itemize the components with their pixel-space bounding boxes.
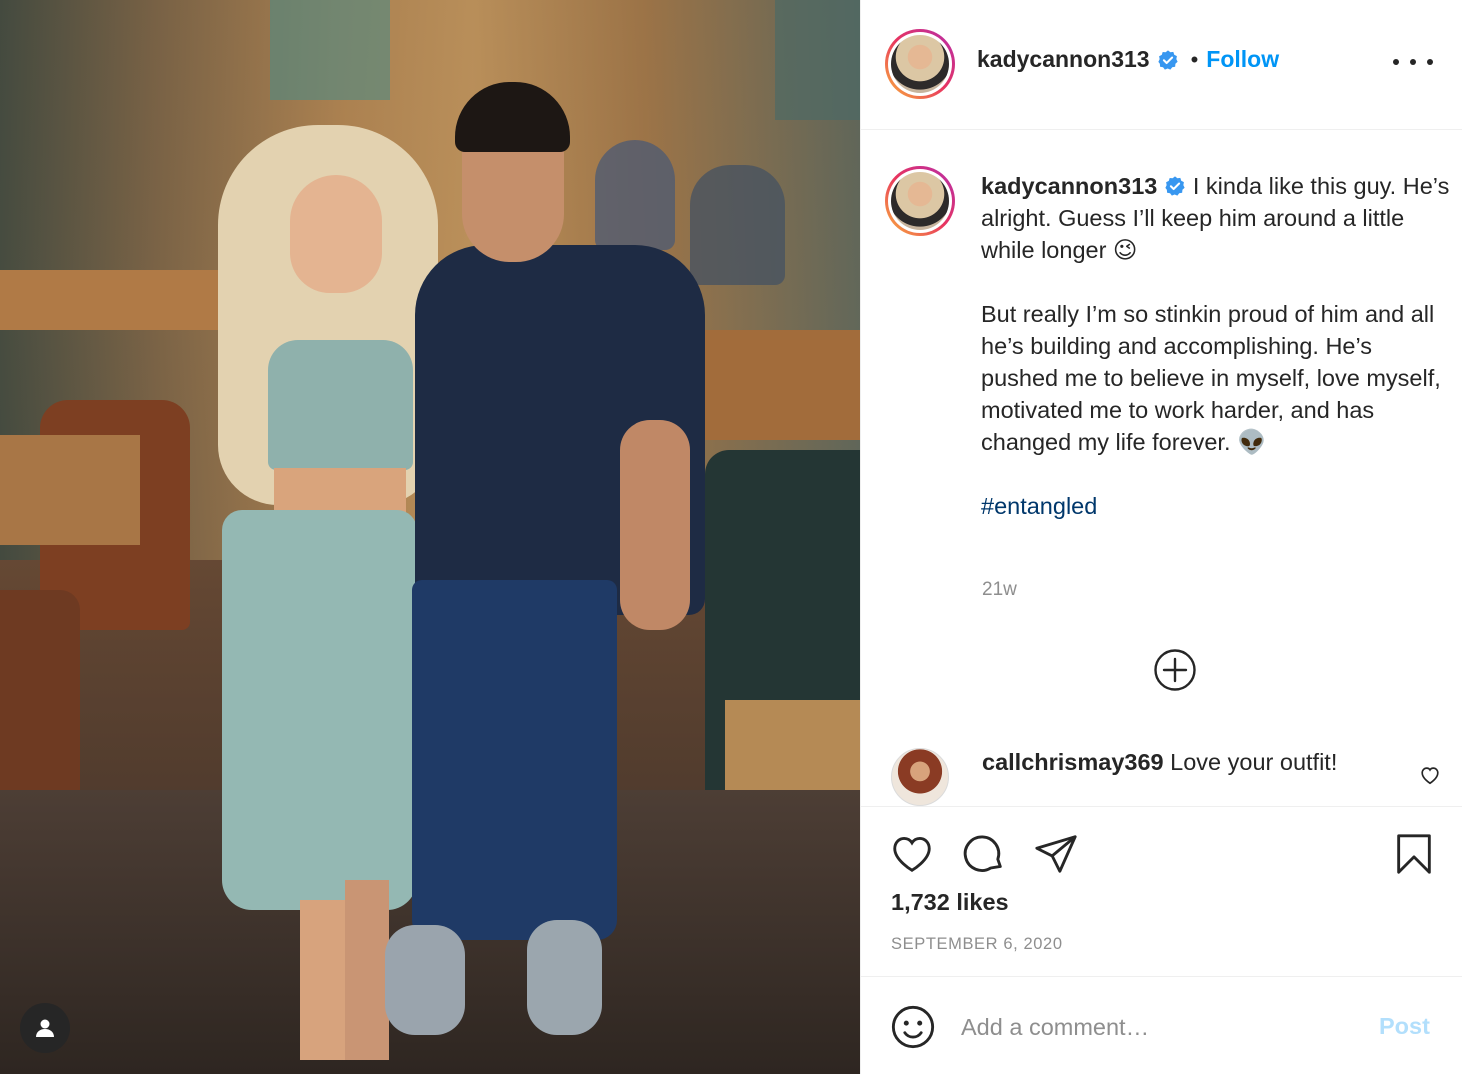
user-tag-icon [36, 1019, 54, 1037]
comment-input[interactable] [961, 1007, 1361, 1047]
user-tag-button[interactable] [20, 1003, 70, 1053]
photo-man-arm [620, 420, 690, 630]
caption-line-2: But really I’m so stinkin proud of him a… [981, 301, 1441, 455]
comment-item: callchrismay369 Love your outfit! [861, 742, 1462, 806]
photo-man-jeans [412, 580, 617, 940]
likes-count[interactable]: 1,732 likes [891, 889, 1009, 916]
caption-username[interactable]: kadycannon313 [981, 173, 1157, 199]
more-options-icon [1393, 59, 1399, 65]
post-date[interactable]: SEPTEMBER 6, 2020 [891, 935, 1063, 954]
post-header: kadycannon313 • Follow [861, 0, 1462, 130]
comment-button[interactable] [961, 831, 1007, 877]
photo-table [690, 330, 860, 440]
commenter-avatar[interactable] [891, 748, 949, 806]
photo-woman-face [290, 175, 382, 293]
photo-woman-midriff [274, 468, 406, 516]
photo-wall-art [270, 0, 390, 100]
post-sidebar: kadycannon313 • Follow kadycannon313 I k… [860, 0, 1462, 1074]
caption-text: kadycannon313 I kinda like this guy. He’… [981, 170, 1451, 522]
author-avatar[interactable] [885, 29, 955, 99]
post-actions: 1,732 likes SEPTEMBER 6, 2020 [861, 806, 1462, 976]
emoji-button[interactable] [890, 1004, 936, 1050]
author-username[interactable]: kadycannon313 [977, 46, 1150, 73]
comment-composer: Post [861, 976, 1462, 1074]
caption-section: kadycannon313 I kinda like this guy. He’… [861, 130, 1462, 750]
more-options-button[interactable] [1393, 50, 1433, 74]
separator-dot: • [1190, 46, 1199, 72]
post-photo[interactable] [0, 0, 860, 1074]
share-button[interactable] [1033, 831, 1079, 877]
follow-button[interactable]: Follow [1206, 46, 1279, 73]
post-comment-button[interactable]: Post [1379, 1013, 1430, 1040]
photo-wall-art-right [775, 0, 860, 120]
photo-table [0, 270, 230, 330]
author-info: kadycannon313 • Follow [977, 46, 1279, 73]
hashtag-link[interactable]: #entangled [981, 493, 1097, 519]
verified-badge-icon [1157, 49, 1178, 70]
photo-woman-top [268, 340, 413, 470]
photo-woman-pants [222, 510, 417, 910]
verified-badge-icon [1165, 176, 1185, 196]
post-timestamp[interactable]: 21w [982, 579, 1017, 601]
like-button[interactable] [889, 831, 935, 877]
photo-background-person [595, 140, 675, 250]
photo-man-shoe [527, 920, 602, 1035]
photo-background-person [690, 165, 785, 285]
save-button[interactable] [1391, 831, 1437, 877]
load-more-comments-button[interactable] [1153, 648, 1197, 692]
photo-woman-leg [300, 900, 348, 1060]
comment-body: Love your outfit! [1163, 749, 1338, 775]
photo-table [0, 435, 140, 545]
comment-text: callchrismay369 Love your outfit! [982, 749, 1337, 776]
photo-man-shoe [385, 925, 465, 1035]
commenter-username[interactable]: callchrismay369 [982, 749, 1164, 775]
comment-like-button[interactable] [1419, 764, 1441, 786]
photo-woman-leg [345, 880, 389, 1060]
caption-author-avatar[interactable] [885, 166, 955, 236]
